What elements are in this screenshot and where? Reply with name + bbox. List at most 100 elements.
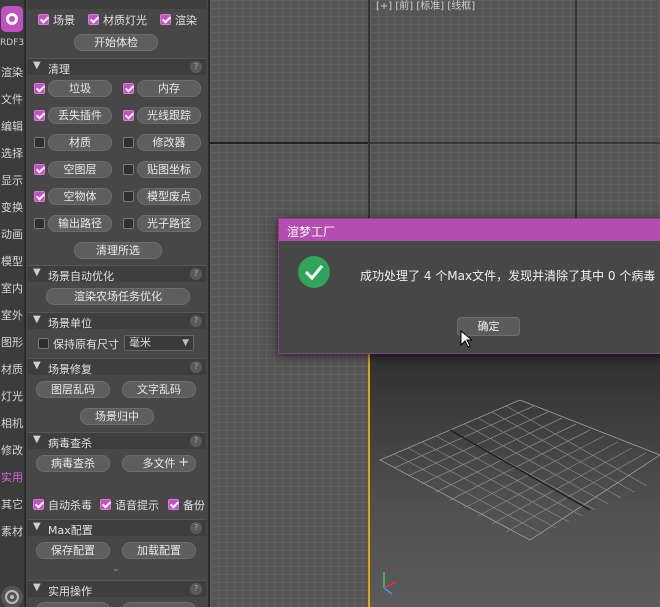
perspective-viewport[interactable] [368, 350, 660, 607]
category-interior[interactable]: 室内 [0, 280, 24, 296]
category-edit[interactable]: 编辑 [0, 118, 24, 134]
help-icon[interactable]: ? [190, 583, 202, 595]
clean-check-missing-plugins[interactable] [34, 110, 45, 121]
load-config-button[interactable]: 加载配置 [122, 542, 196, 559]
settings-gear-icon[interactable] [1, 586, 23, 607]
help-icon[interactable]: ? [190, 522, 202, 534]
section-health-header[interactable] [28, 0, 206, 9]
clean-check-memory[interactable] [123, 83, 134, 94]
keep-size-label: 保持原有尺寸 [53, 338, 119, 351]
section-max-config-title: Max配置 [48, 524, 93, 537]
clean-material-button[interactable]: 材质 [48, 134, 112, 151]
mouse-cursor-icon [460, 330, 472, 348]
section-auto-opt-header[interactable]: ▼ 场景自动优化 ? [28, 265, 206, 283]
clean-check-raytrace[interactable] [123, 110, 134, 121]
clean-uv-coords-button[interactable]: 贴图坐标 [137, 161, 201, 178]
clean-selected-button[interactable]: 清理所选 [74, 242, 162, 259]
check-material-light-label: 材质灯光 [103, 14, 147, 27]
clean-check-material[interactable] [34, 137, 45, 148]
section-clean-header[interactable]: ▼ 清理 ? [28, 58, 206, 76]
category-shapes[interactable]: 图形 [0, 334, 24, 350]
practical-button-2[interactable] [122, 602, 196, 607]
category-material[interactable]: 材质 [0, 361, 24, 377]
section-clean-title: 清理 [48, 63, 70, 76]
text-garbled-button[interactable]: 文字乱码 [122, 381, 196, 398]
check-scene-label: 场景 [53, 14, 75, 27]
section-auto-opt-title: 场景自动优化 [48, 270, 114, 283]
clean-check-modifier[interactable] [123, 137, 134, 148]
clean-waste-points-button[interactable]: 模型废点 [137, 188, 201, 205]
dialog-title: 渲梦工厂 [287, 225, 336, 239]
help-icon[interactable]: ? [190, 268, 202, 280]
version-label: RDF3 [0, 38, 24, 48]
clean-check-empty-object[interactable] [34, 191, 45, 202]
section-virus-header[interactable]: ▼ 病毒查杀 ? [28, 432, 206, 450]
check-material-light[interactable] [88, 14, 99, 25]
start-check-button[interactable]: 开始体检 [74, 34, 158, 51]
layer-garbled-button[interactable]: 图层乱码 [36, 381, 110, 398]
auto-kill-checkbox[interactable] [33, 499, 44, 510]
perspective-grid [379, 399, 660, 595]
multi-file-label: 多文件 [142, 457, 176, 470]
category-file[interactable]: 文件 [0, 91, 24, 107]
section-units-title: 场景单位 [48, 317, 92, 330]
clean-output-path-button[interactable]: 输出路径 [48, 215, 112, 232]
multi-file-button[interactable]: 多文件 + [122, 455, 196, 472]
help-icon[interactable]: ? [190, 61, 202, 73]
clean-check-uv-coords[interactable] [123, 164, 134, 175]
category-light[interactable]: 灯光 [0, 388, 24, 404]
auto-kill-label: 自动杀毒 [48, 499, 92, 512]
clean-garbage-button[interactable]: 垃圾 [48, 80, 112, 97]
help-icon[interactable]: ? [190, 435, 202, 447]
viewport-label[interactable]: [+] [前] [标准] [线框] [376, 0, 475, 12]
virus-scan-button[interactable]: 病毒查杀 [36, 455, 110, 472]
category-camera[interactable]: 相机 [0, 415, 24, 431]
category-select[interactable]: 选择 [0, 145, 24, 161]
dialog-titlebar[interactable]: 渲梦工厂 [279, 219, 660, 241]
category-exterior[interactable]: 室外 [0, 307, 24, 323]
category-model[interactable]: 模型 [0, 253, 24, 269]
check-render[interactable] [160, 14, 171, 25]
collapse-arrow-icon: ▼ [33, 360, 41, 371]
voice-prompt-checkbox[interactable] [100, 499, 111, 510]
left-viewport[interactable] [210, 350, 368, 607]
success-check-icon [298, 256, 330, 288]
category-other[interactable]: 其它 [0, 496, 24, 512]
section-max-config-header[interactable]: ▼ Max配置 ? [28, 519, 206, 537]
clean-empty-layer-button[interactable]: 空图层 [48, 161, 112, 178]
clean-check-waste-points[interactable] [123, 191, 134, 202]
clean-empty-object-button[interactable]: 空物体 [48, 188, 112, 205]
section-repair-header[interactable]: ▼ 场景修复 ? [28, 358, 206, 376]
keep-size-checkbox[interactable] [38, 338, 49, 349]
help-icon[interactable]: ? [190, 315, 202, 327]
clean-check-photon-path[interactable] [123, 218, 134, 229]
practical-button-1[interactable] [36, 602, 110, 607]
clean-check-empty-layer[interactable] [34, 164, 45, 175]
clean-raytrace-button[interactable]: 光线跟踪 [137, 107, 201, 124]
save-config-button[interactable]: 保存配置 [36, 542, 110, 559]
clean-memory-button[interactable]: 内存 [137, 80, 201, 97]
unit-select[interactable]: 毫米 ▼ [124, 335, 194, 351]
category-assets[interactable]: 素材 [0, 523, 24, 539]
check-render-label: 渲染 [175, 14, 197, 27]
chevron-down-icon: ⌄ [112, 564, 120, 574]
category-animation[interactable]: 动画 [0, 226, 24, 242]
clean-photon-path-button[interactable]: 光子路径 [137, 215, 201, 232]
category-render[interactable]: 渲染 [0, 64, 24, 80]
section-practical-header[interactable]: ▼ 实用操作 ? [28, 580, 206, 598]
section-units-header[interactable]: ▼ 场景单位 ? [28, 312, 206, 330]
check-scene[interactable] [38, 14, 49, 25]
clean-check-output-path[interactable] [34, 218, 45, 229]
scene-to-center-button[interactable]: 场景归中 [80, 408, 154, 425]
category-transform[interactable]: 变换 [0, 199, 24, 215]
category-display[interactable]: 显示 [0, 172, 24, 188]
category-modify[interactable]: 修改 [0, 442, 24, 458]
farm-optimize-button[interactable]: 渲染农场任务优化 [46, 288, 190, 305]
clean-modifier-button[interactable]: 修改器 [137, 134, 201, 151]
category-utility[interactable]: 实用 [0, 469, 24, 485]
backup-checkbox[interactable] [168, 499, 179, 510]
voice-prompt-label: 语音提示 [115, 499, 159, 512]
help-icon[interactable]: ? [190, 361, 202, 373]
clean-check-garbage[interactable] [34, 83, 45, 94]
clean-missing-plugins-button[interactable]: 丢失插件 [48, 107, 112, 124]
